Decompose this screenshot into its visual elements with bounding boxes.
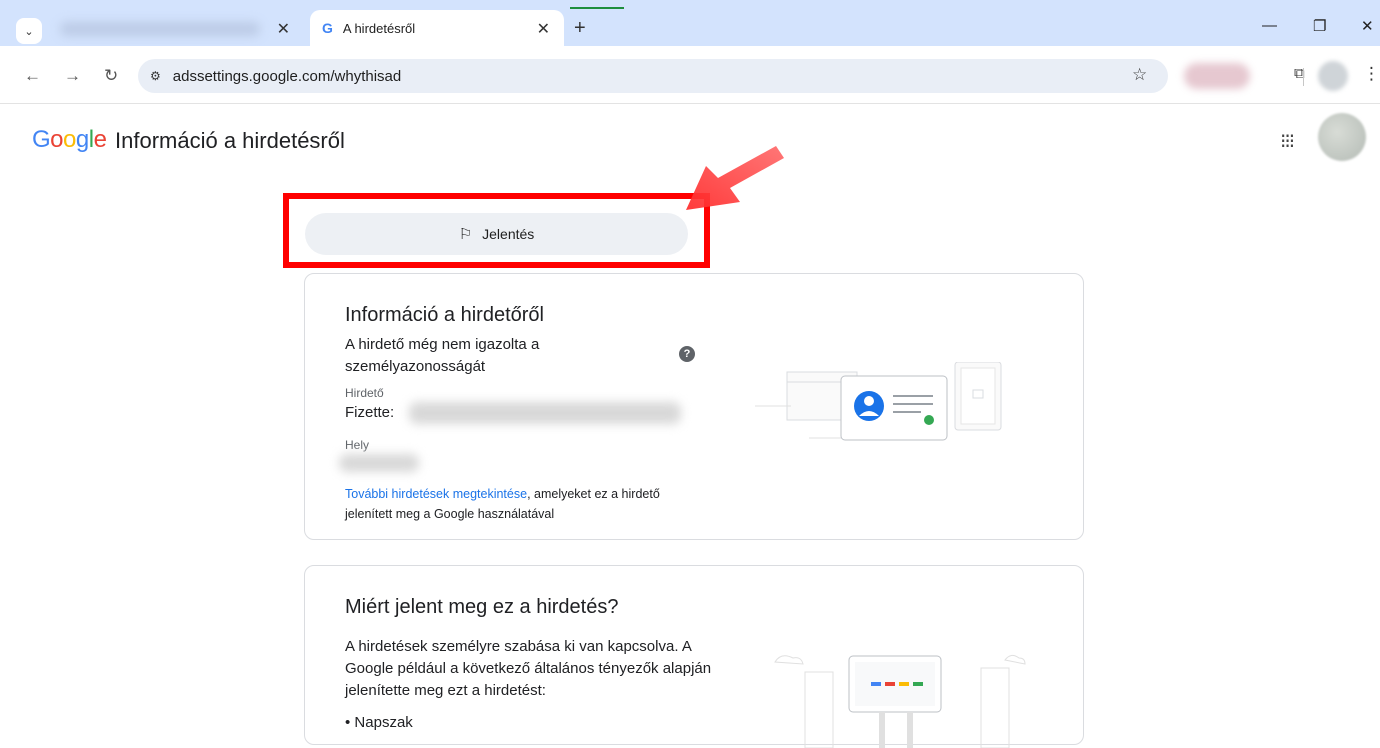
site-settings-icon[interactable]: ⚙ — [150, 69, 161, 83]
apps-grid-icon[interactable]: ⁝⁝⁝ — [1280, 129, 1295, 154]
browser-tab-strip: ⌄ ✕ G A hirdetésről ✕ + — ❐ ✕ — [0, 0, 1380, 46]
forward-arrow-icon[interactable]: → — [64, 66, 81, 86]
more-ads-link[interactable]: További hirdetések megtekintése — [345, 487, 527, 501]
back-arrow-icon[interactable]: ← — [24, 66, 41, 86]
blurred-profile-chip[interactable] — [1184, 63, 1250, 89]
verification-illustration — [755, 362, 1002, 441]
blurred-advertiser-name — [409, 402, 681, 424]
advertiser-heading: Információ a hirdetőről — [345, 304, 544, 326]
page-title: Információ a hirdetésről — [115, 128, 345, 153]
why-this-ad-card: Miért jelent meg ez a hirdetés? A hirdet… — [304, 565, 1084, 748]
factor-list-item: • Napszak — [345, 714, 413, 731]
minimize-icon[interactable]: — — [1262, 17, 1277, 34]
profile-avatar[interactable] — [1318, 61, 1348, 91]
annotation-highlight-box — [283, 193, 710, 268]
tab-inactive[interactable]: ✕ — [52, 10, 304, 46]
factor-label: Napszak — [354, 714, 413, 731]
help-question-icon[interactable]: ? — [679, 346, 695, 362]
address-bar[interactable]: ⚙ adssettings.google.com/whythisad — [138, 59, 1168, 93]
advertiser-label: Hirdető — [345, 386, 384, 400]
tab-group-indicator — [570, 7, 624, 9]
restore-icon[interactable]: ❐ — [1313, 17, 1326, 35]
browser-toolbar: ← → ↻ ⚙ adssettings.google.com/whythisad… — [0, 46, 1380, 104]
close-tab-icon[interactable]: ✕ — [537, 19, 550, 39]
billboard-illustration — [774, 654, 1026, 748]
blurred-location — [339, 454, 419, 472]
advertiser-info-card: Információ a hirdetőről A hirdető még ne… — [304, 273, 1084, 540]
annotation-arrow — [686, 146, 784, 210]
why-heading: Miért jelent meg ez a hirdetés? — [345, 596, 619, 618]
google-favicon-icon: G — [322, 20, 333, 36]
paid-by-label: Fizette: — [345, 404, 395, 421]
tab-search-chevron-icon[interactable]: ⌄ — [16, 18, 42, 44]
verification-status: A hirdető még nem igazolta a személyazon… — [345, 336, 540, 375]
why-body-text: A hirdetések személyre szabása ki van ka… — [345, 638, 712, 699]
more-ads-text: További hirdetések megtekintése, amelyek… — [345, 484, 705, 524]
google-logo[interactable]: Google — [32, 126, 107, 154]
toolbar-divider — [1303, 68, 1304, 86]
tab-active[interactable]: G A hirdetésről ✕ — [310, 10, 564, 46]
active-tab-title: A hirdetésről — [342, 20, 416, 36]
reload-icon[interactable]: ↻ — [104, 66, 118, 86]
blurred-tab-title — [60, 22, 260, 36]
browser-menu-icon[interactable]: ⋮ — [1363, 64, 1380, 84]
location-label: Hely — [345, 438, 370, 452]
account-avatar[interactable] — [1318, 113, 1366, 161]
close-window-icon[interactable]: ✕ — [1361, 17, 1374, 35]
url-text: adssettings.google.com/whythisad — [172, 67, 402, 85]
close-tab-icon[interactable]: ✕ — [277, 19, 290, 39]
bookmark-star-icon[interactable]: ☆ — [1132, 65, 1147, 85]
new-tab-plus-icon[interactable]: + — [574, 17, 586, 40]
